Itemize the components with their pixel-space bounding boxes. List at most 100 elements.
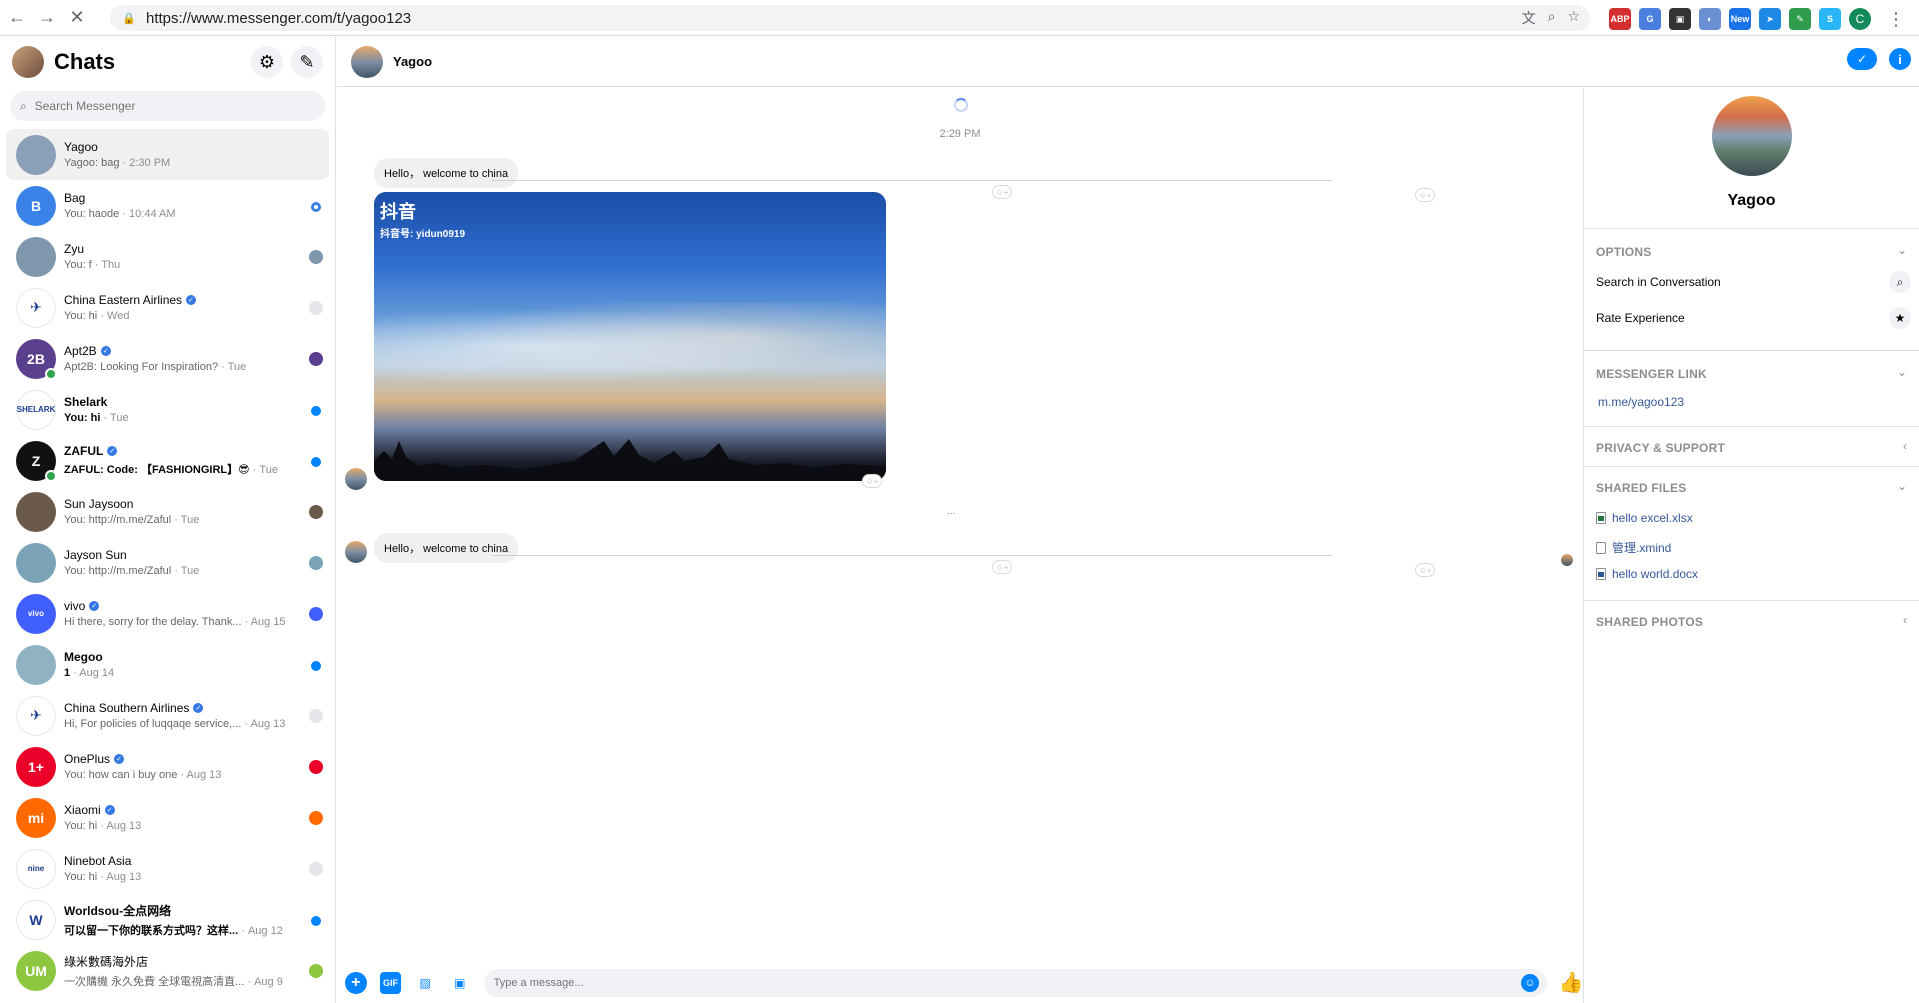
conversation-avatar: Z xyxy=(16,440,57,482)
conversation-name: China Southern Airlines xyxy=(64,701,190,715)
shared-file-item[interactable]: hello world.docx xyxy=(1596,567,1698,581)
conversation-avatar: vivo xyxy=(16,593,56,634)
translate-icon[interactable]: 文 xyxy=(1522,8,1536,28)
info-icon[interactable]: i xyxy=(1889,48,1911,70)
profile-avatar[interactable]: C xyxy=(1849,8,1871,30)
sticker-icon[interactable]: ▨ xyxy=(414,972,436,994)
conversation-snippet: You: hi xyxy=(64,412,101,424)
reaction-icon[interactable]: ☺+ xyxy=(1415,563,1435,577)
photo-icon[interactable]: ▣ xyxy=(449,972,471,994)
conversation-item[interactable]: Jayson Sun You: http://m.me/Zaful · Tue xyxy=(6,537,329,588)
reaction-icon[interactable]: ☺+ xyxy=(992,185,1012,199)
conversation-item[interactable]: vivo vivo ✓ Hi there, sorry for the delay. … xyxy=(6,588,329,639)
conversation-name-row: Shelark xyxy=(64,395,319,409)
conversation-item[interactable]: B Bag You: haode · 10:44 AM xyxy=(6,180,329,231)
message-bubble[interactable]: Hello， welcome to china xyxy=(374,158,519,188)
lock-icon: 🔒 xyxy=(122,13,136,25)
check-icon[interactable]: ✓ xyxy=(1847,48,1877,70)
message-input-box[interactable]: ☺ xyxy=(483,968,1547,997)
message-input[interactable] xyxy=(493,976,1494,989)
video-message[interactable]: 抖音 抖音号: yidun0919 xyxy=(374,192,886,481)
extension-icon[interactable]: ➤ xyxy=(1759,8,1781,30)
extension-icon[interactable]: ▣ xyxy=(1669,8,1691,30)
shared-file-item[interactable]: 管理.xmind xyxy=(1596,539,1671,556)
contact-name[interactable]: Yagoo xyxy=(393,54,432,69)
conversation-item[interactable]: Yagoo Yagoo: bag · 2:30 PM xyxy=(6,129,329,180)
new-extension-icon[interactable]: New xyxy=(1729,8,1751,30)
chat-header: Yagoo ✓ i xyxy=(337,37,1919,87)
message-bubble[interactable]: Hello， welcome to china xyxy=(374,533,519,563)
chevron-left-icon[interactable]: ‹ xyxy=(1903,613,1907,627)
conversation-time: Tue xyxy=(110,412,129,424)
options-title[interactable]: Options xyxy=(1596,245,1651,259)
messenger-link-title[interactable]: Messenger Link xyxy=(1596,367,1707,381)
reaction-icon[interactable]: ☺+ xyxy=(862,474,882,488)
search-icon[interactable]: ⌕ xyxy=(1889,271,1911,293)
conversation-item[interactable]: Megoo 1 · Aug 14 xyxy=(6,639,329,690)
conversation-name-row: Bag xyxy=(64,191,319,205)
sender-avatar[interactable] xyxy=(345,468,367,490)
conversation-item[interactable]: Zyu You: f · Thu xyxy=(6,231,329,282)
star-icon[interactable]: ★ xyxy=(1889,307,1911,329)
conversation-name: OnePlus xyxy=(64,752,111,766)
conversation-name-row: Yagoo xyxy=(64,140,319,154)
conversation-item[interactable]: UM 綠米數碼海外店 一次購機 永久免費 全球電視高清直... · Aug 9 xyxy=(6,945,329,996)
emoji-icon[interactable]: ☺ xyxy=(1521,973,1539,992)
extension-icon[interactable]: S xyxy=(1819,8,1841,30)
privacy-support-title[interactable]: Privacy & Support xyxy=(1596,441,1725,455)
conversation-item[interactable]: nine Ninebot Asia You: hi · Aug 13 xyxy=(6,843,329,894)
settings-gear-icon[interactable]: ⚙ xyxy=(251,46,283,78)
shared-files-title[interactable]: Shared Files xyxy=(1596,481,1686,495)
conversation-item[interactable]: 2B Apt2B ✓ Apt2B: Looking For Inspiration? … xyxy=(6,333,329,384)
gif-icon[interactable]: GIF xyxy=(379,971,402,994)
thumbs-up-icon[interactable]: 👍 xyxy=(1559,971,1584,995)
add-icon[interactable]: + xyxy=(345,971,367,994)
excel-file-icon xyxy=(1596,512,1606,524)
search-box[interactable]: ⌕ xyxy=(10,91,325,121)
separator: · xyxy=(171,565,181,577)
menu-icon[interactable]: ⋮ xyxy=(1883,6,1909,32)
reaction-icon[interactable]: ☺+ xyxy=(992,560,1012,574)
conversation-item[interactable]: 1+ OnePlus ✓ You: how can i buy one · Aug 1… xyxy=(6,741,329,792)
extension-icon[interactable]: ◐ xyxy=(1699,8,1721,30)
conversation-item[interactable]: ✈ China Eastern Airlines ✓ You: hi · Wed xyxy=(6,282,329,333)
contact-large-avatar[interactable] xyxy=(1712,96,1792,176)
conversation-item[interactable]: ✈ China Southern Airlines ✓ Hi, For policie… xyxy=(6,690,329,741)
sender-avatar[interactable] xyxy=(345,541,367,563)
shared-photos-title[interactable]: Shared Photos xyxy=(1596,615,1703,629)
my-avatar[interactable] xyxy=(12,46,44,78)
rate-experience-option[interactable]: Rate Experience xyxy=(1596,311,1685,325)
bookmark-star-icon[interactable]: ☆ xyxy=(1567,8,1580,28)
conversation-item[interactable]: Z ZAFUL ✓ ZAFUL: Code: 【FASHIONGIRL】😎 · Tue xyxy=(6,435,329,486)
messenger-link[interactable]: m.me/yagoo123 xyxy=(1598,395,1684,409)
conversation-avatar: 1+ xyxy=(16,746,56,787)
forward-icon[interactable]: → xyxy=(34,5,60,31)
extension-icon[interactable]: ✎ xyxy=(1789,8,1811,30)
search-input[interactable] xyxy=(34,99,295,113)
contact-avatar[interactable] xyxy=(351,45,383,78)
conversation-item[interactable]: SHELARK Shelark You: hi · Tue xyxy=(6,384,329,435)
stop-loading-icon[interactable]: ✕ xyxy=(64,5,90,31)
shared-file-name[interactable]: 管理.xmind xyxy=(1612,539,1671,556)
conversation-item[interactable]: mi Xiaomi ✓ You: hi · Aug 13 xyxy=(6,792,329,843)
conversation-snippet: You: http://m.me/Zaful xyxy=(64,565,172,577)
adblock-icon[interactable]: ABP xyxy=(1609,8,1631,30)
shared-file-name[interactable]: hello world.docx xyxy=(1612,567,1698,581)
google-translate-icon[interactable]: G xyxy=(1639,8,1661,30)
back-icon[interactable]: ← xyxy=(4,5,30,31)
conversation-item[interactable]: Sun Jaysoon You: http://m.me/Zaful · Tue xyxy=(6,486,329,537)
zoom-icon[interactable]: ⌕ xyxy=(1548,8,1556,28)
chevron-down-icon[interactable]: ⌄ xyxy=(1897,365,1907,379)
file-icon xyxy=(1596,541,1606,554)
reaction-icon[interactable]: ☺+ xyxy=(1415,188,1435,202)
conversation-item[interactable]: W Worldsou-全点网络 可以留一下你的联系方式吗？这样... · Aug 1… xyxy=(6,894,329,945)
address-bar[interactable]: 🔒 https://www.messenger.com/t/yagoo123 文… xyxy=(110,5,1590,31)
search-in-conversation-option[interactable]: Search in Conversation xyxy=(1596,275,1721,289)
chevron-down-icon[interactable]: ⌄ xyxy=(1897,479,1907,493)
chevron-left-icon[interactable]: ‹ xyxy=(1903,439,1907,453)
shared-file-name[interactable]: hello excel.xlsx xyxy=(1612,511,1693,525)
new-message-icon[interactable]: ✎ xyxy=(291,46,323,78)
shared-file-item[interactable]: hello excel.xlsx xyxy=(1596,511,1693,525)
chevron-down-icon[interactable]: ⌄ xyxy=(1897,243,1907,257)
conversation-snippet: Apt2B: Looking For Inspiration? xyxy=(64,361,219,373)
